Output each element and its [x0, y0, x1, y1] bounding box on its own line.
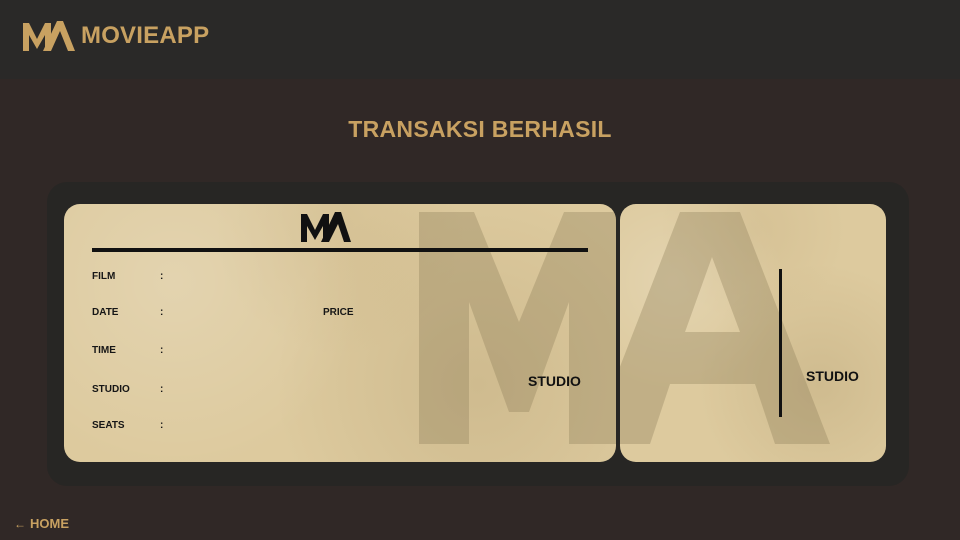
studio-separator: :: [160, 384, 164, 395]
arrow-left-icon: ←: [14, 516, 26, 531]
ma-logo-icon: [301, 212, 351, 242]
ticket-stub: STUDIO: [620, 204, 886, 462]
brand-name: MOVIEAPP: [81, 22, 210, 49]
price-label: PRICE: [323, 307, 354, 318]
studio-label: STUDIO: [528, 373, 581, 389]
ticket-frame: FILM : DATE : PRICE TIME : STUDIO : SEAT…: [47, 182, 909, 486]
brand[interactable]: MOVIEAPP: [23, 20, 209, 52]
ma-logo-icon: [23, 21, 75, 51]
seats-separator: :: [160, 420, 164, 431]
top-bar: MOVIEAPP: [0, 0, 960, 79]
home-link[interactable]: ← HOME: [14, 516, 69, 531]
stub-studio-label: STUDIO: [806, 368, 859, 384]
home-label: HOME: [30, 516, 69, 531]
film-separator: :: [160, 271, 164, 282]
watermark-a-icon: [620, 212, 830, 444]
studio-field-label: STUDIO: [92, 384, 130, 395]
ticket-main: FILM : DATE : PRICE TIME : STUDIO : SEAT…: [64, 204, 616, 462]
time-label: TIME: [92, 345, 116, 356]
date-label: DATE: [92, 307, 119, 318]
film-label: FILM: [92, 271, 116, 282]
page-title: TRANSAKSI BERHASIL: [348, 116, 612, 142]
header-divider: [92, 248, 588, 252]
time-separator: :: [160, 345, 164, 356]
watermark-m-icon: [419, 212, 616, 444]
date-separator: :: [160, 307, 164, 318]
seats-label: SEATS: [92, 420, 125, 431]
stub-divider: [779, 269, 782, 417]
